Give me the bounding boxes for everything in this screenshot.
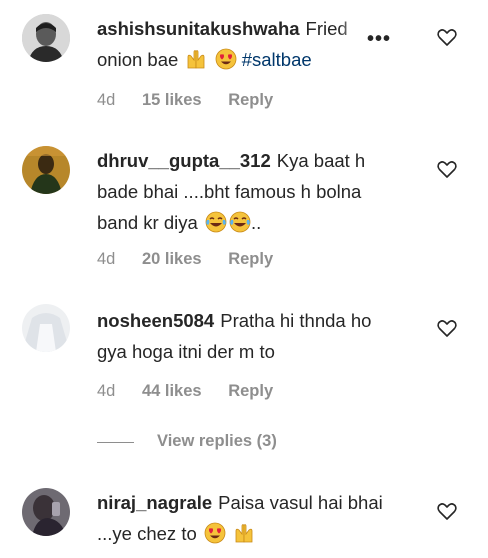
reply-button[interactable]: Reply	[228, 382, 273, 400]
avatar-photo	[22, 304, 70, 352]
text-fade	[338, 14, 368, 42]
hashtag-link[interactable]: #saltbae	[242, 49, 312, 70]
avatar[interactable]	[22, 146, 70, 194]
comment-body-cont: bade bhai ....bht famous h bolna	[97, 181, 362, 202]
likes-count[interactable]: 15 likes	[142, 91, 202, 109]
comment-text: niraj_nagrale Paisa vasul hai bhai ...ye …	[97, 487, 417, 549]
heart-eyes-emoji	[204, 522, 226, 544]
likes-count[interactable]: 20 likes	[142, 250, 202, 268]
raised-hands-emoji	[188, 50, 205, 69]
comment-body: Kya baat h	[276, 150, 366, 171]
likes-count[interactable]: 44 likes	[142, 382, 202, 400]
avatar[interactable]	[22, 14, 70, 62]
comment-body: Paisa vasul hai bhai	[218, 492, 383, 513]
comment-age: 4d	[97, 91, 116, 109]
like-heart-icon[interactable]	[436, 317, 458, 339]
comment-body-end: ..	[250, 212, 262, 233]
view-replies-label[interactable]: View replies (3)	[157, 432, 277, 451]
comment-username[interactable]: ashishsunitakushwaha	[97, 18, 300, 39]
comment-username[interactable]: dhruv__gupta__312	[97, 150, 271, 171]
comment-meta: 4d 15 likes Reply	[97, 91, 295, 110]
like-heart-icon[interactable]	[436, 158, 458, 180]
heart-eyes-emoji	[215, 48, 236, 70]
comment-meta: 4d 44 likes Reply	[97, 382, 295, 401]
comment-body-cont: onion bae	[97, 49, 179, 70]
more-options-icon[interactable]: •••	[367, 28, 391, 51]
avatar[interactable]	[22, 304, 70, 352]
tears-of-joy-emoji	[229, 211, 251, 233]
comment-age: 4d	[97, 382, 116, 400]
comment-age: 4d	[97, 250, 116, 268]
comment-body-cont: ...ye chez to	[97, 523, 197, 544]
comment-username[interactable]: nosheen5084	[97, 310, 214, 331]
comment-username[interactable]: niraj_nagrale	[97, 492, 212, 513]
avatar[interactable]	[22, 488, 70, 536]
avatar-photo	[22, 14, 70, 62]
avatar-photo	[22, 488, 70, 536]
comment-text: nosheen5084 Pratha hi thnda ho gya hoga i…	[97, 305, 417, 367]
comment-meta: 4d 20 likes Reply	[97, 250, 295, 269]
like-heart-icon[interactable]	[436, 26, 458, 48]
comment-body-cont: gya hoga itni der m to	[97, 341, 275, 362]
comment-body: Pratha hi thnda ho	[220, 310, 372, 331]
comment-body-cont2: band kr diya	[97, 212, 198, 233]
replies-divider	[97, 442, 134, 443]
tears-of-joy-emoji	[205, 211, 227, 233]
like-heart-icon[interactable]	[436, 500, 458, 522]
comment-text: dhruv__gupta__312 Kya baat h bade bhai ..…	[97, 145, 417, 238]
raised-hands-emoji	[235, 524, 253, 543]
avatar-photo	[22, 146, 70, 194]
reply-button[interactable]: Reply	[228, 91, 273, 109]
reply-button[interactable]: Reply	[228, 250, 273, 268]
